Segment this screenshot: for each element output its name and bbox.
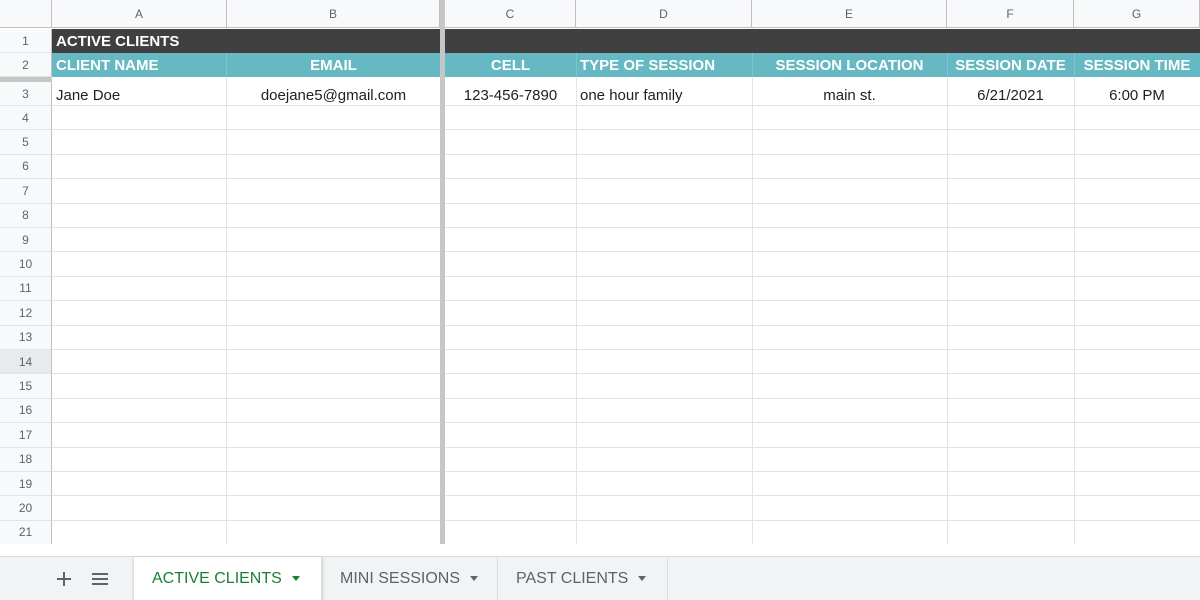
title-row[interactable]: ACTIVE CLIENTS bbox=[52, 29, 1200, 53]
row-header[interactable]: 20 bbox=[0, 496, 52, 521]
row-header[interactable]: 17 bbox=[0, 423, 52, 448]
tab-label: PAST CLIENTS bbox=[516, 569, 629, 587]
tab-label: MINI SESSIONS bbox=[340, 569, 461, 587]
gridline bbox=[52, 202, 1200, 204]
chevron-down-icon[interactable] bbox=[291, 576, 300, 581]
gridline bbox=[52, 129, 1200, 131]
sheet-grid[interactable]: A B C D E F G 1 2 3 4 5 6 7 8 9 10 11 12 13 14 15 16 17 1… bbox=[0, 0, 1200, 544]
row-header[interactable]: 10 bbox=[0, 252, 52, 277]
row-header[interactable]: 15 bbox=[0, 374, 52, 399]
gridline bbox=[52, 227, 1200, 228]
row-header[interactable]: 9 bbox=[0, 228, 52, 253]
gridline bbox=[52, 153, 1200, 155]
row-header[interactable]: 6 bbox=[0, 154, 52, 180]
row-header[interactable]: 3 bbox=[0, 82, 52, 106]
row-header[interactable]: 21 bbox=[0, 520, 52, 544]
gridline bbox=[52, 495, 1200, 497]
cell-email[interactable]: doejane5@gmail.com bbox=[227, 83, 440, 107]
spreadsheet-app: A B C D E F G 1 2 3 4 5 6 7 8 9 10 11 12 13 14 15 16 17 1… bbox=[0, 0, 1200, 600]
header-session-location[interactable]: SESSION LOCATION bbox=[752, 53, 947, 77]
column-header-a[interactable]: A bbox=[52, 0, 227, 28]
list-icon[interactable] bbox=[86, 565, 114, 593]
row-header[interactable]: 2 bbox=[0, 53, 52, 77]
tab-mini-sessions[interactable]: MINI SESSIONS bbox=[322, 557, 498, 600]
row-header[interactable]: 16 bbox=[0, 398, 52, 424]
column-header-f[interactable]: F bbox=[947, 0, 1074, 28]
gridline bbox=[52, 300, 1200, 302]
row-header[interactable]: 8 bbox=[0, 203, 52, 228]
sheet-tab-bar: ACTIVE CLIENTS MINI SESSIONS PAST CLIENT… bbox=[0, 556, 1200, 600]
row-header[interactable]: 4 bbox=[0, 106, 52, 131]
gridline bbox=[52, 324, 1200, 326]
cell-session-time[interactable]: 6:00 PM bbox=[1074, 83, 1200, 107]
column-header-row: A B C D E F G bbox=[0, 0, 1200, 28]
gridline bbox=[52, 349, 1200, 350]
header-cell[interactable]: CELL bbox=[445, 53, 576, 77]
gridline bbox=[52, 519, 1200, 521]
gridline bbox=[52, 251, 1200, 253]
cell-phone[interactable]: 123-456-7890 bbox=[445, 83, 576, 107]
row-header[interactable]: 5 bbox=[0, 130, 52, 155]
gridline bbox=[52, 446, 1200, 448]
row-header[interactable]: 14 bbox=[0, 350, 52, 375]
gridline bbox=[52, 373, 1200, 375]
header-row[interactable]: CLIENT NAME EMAIL CELL TYPE OF SESSION S… bbox=[52, 53, 1200, 77]
column-header-d[interactable]: D bbox=[576, 0, 752, 28]
row-header[interactable]: 12 bbox=[0, 301, 52, 326]
frozen-column-handle[interactable] bbox=[440, 0, 445, 544]
gridline bbox=[52, 275, 1200, 277]
cell-session-type[interactable]: one hour family bbox=[576, 83, 752, 107]
header-type-of-session[interactable]: TYPE OF SESSION bbox=[576, 53, 752, 77]
cell-session-location[interactable]: main st. bbox=[752, 83, 947, 107]
header-email[interactable]: EMAIL bbox=[227, 53, 440, 77]
tab-past-clients[interactable]: PAST CLIENTS bbox=[498, 557, 668, 600]
gridline bbox=[52, 397, 1200, 399]
header-session-date[interactable]: SESSION DATE bbox=[947, 53, 1074, 77]
chevron-down-icon[interactable] bbox=[470, 576, 479, 581]
row-header[interactable]: 11 bbox=[0, 276, 52, 302]
row-header[interactable]: 13 bbox=[0, 325, 52, 350]
cell-client-name[interactable]: Jane Doe bbox=[52, 83, 227, 107]
select-all-corner[interactable] bbox=[0, 0, 52, 28]
column-header-c[interactable]: C bbox=[445, 0, 576, 28]
gridline bbox=[52, 178, 1200, 180]
column-header-e[interactable]: E bbox=[752, 0, 947, 28]
gridline bbox=[52, 422, 1200, 424]
row-header[interactable]: 18 bbox=[0, 447, 52, 472]
tab-active-clients[interactable]: ACTIVE CLIENTS bbox=[134, 557, 322, 600]
title-cell[interactable]: ACTIVE CLIENTS bbox=[52, 29, 440, 53]
header-session-time[interactable]: SESSION TIME bbox=[1074, 53, 1200, 77]
frozen-row-handle[interactable] bbox=[0, 77, 52, 82]
row-header[interactable]: 7 bbox=[0, 179, 52, 204]
column-header-g[interactable]: G bbox=[1074, 0, 1200, 28]
plus-icon[interactable] bbox=[50, 565, 78, 593]
tab-label: ACTIVE CLIENTS bbox=[152, 569, 282, 587]
gridline bbox=[52, 471, 1200, 472]
header-client-name[interactable]: CLIENT NAME bbox=[52, 53, 227, 77]
chevron-down-icon[interactable] bbox=[638, 576, 647, 581]
row-header[interactable]: 1 bbox=[0, 29, 52, 53]
column-header-b[interactable]: B bbox=[227, 0, 440, 28]
row-header[interactable]: 19 bbox=[0, 472, 52, 497]
cell-session-date[interactable]: 6/21/2021 bbox=[947, 83, 1074, 107]
